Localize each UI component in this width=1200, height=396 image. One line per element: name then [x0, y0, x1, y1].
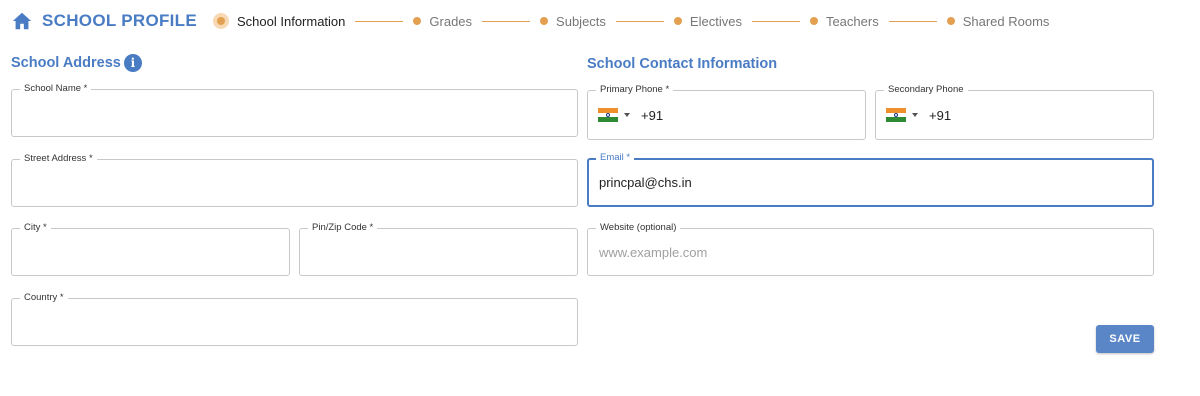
step-connector	[751, 20, 800, 22]
step-shared-rooms[interactable]: Shared Rooms	[946, 13, 1050, 29]
step-connector	[482, 20, 531, 22]
contact-info-title: School Contact Information	[587, 56, 778, 72]
step-subjects[interactable]: Subjects	[540, 14, 606, 29]
info-icon[interactable]: i	[123, 54, 142, 72]
street-address-field[interactable]: Street Address *	[11, 153, 578, 207]
step-grades[interactable]: Grades	[413, 14, 472, 29]
school-name-input[interactable]	[23, 90, 566, 136]
secondary-phone-inner: +91	[886, 91, 951, 139]
school-address-heading: School Address i	[11, 54, 142, 72]
step-indicator-active	[213, 13, 229, 29]
contact-info-heading: School Contact Information	[587, 56, 777, 72]
step-label: School Information	[237, 13, 346, 29]
save-button[interactable]: SAVE	[1096, 325, 1154, 353]
city-field[interactable]: City *	[11, 222, 290, 276]
step-label: Subjects	[556, 13, 606, 29]
email-input[interactable]: princpal@chs.in	[599, 160, 1141, 205]
step-indicator	[413, 17, 422, 25]
home-icon[interactable]	[11, 10, 33, 32]
website-input[interactable]: www.example.com	[599, 229, 1142, 275]
country-input[interactable]	[23, 299, 566, 345]
school-address-title: School Address	[11, 55, 121, 71]
chevron-down-icon[interactable]	[912, 113, 918, 117]
secondary-phone-input[interactable]: +91	[929, 108, 951, 123]
step-indicator	[809, 17, 818, 25]
india-flag-icon[interactable]	[598, 108, 618, 123]
website-field[interactable]: Website (optional) www.example.com	[587, 222, 1154, 276]
step-label: Shared Rooms	[962, 13, 1050, 29]
step-school-information[interactable]: School Information	[213, 13, 345, 29]
email-field[interactable]: Email * princpal@chs.in	[587, 152, 1154, 207]
step-label: Grades	[429, 13, 473, 29]
step-teachers[interactable]: Teachers	[809, 13, 879, 29]
step-indicator	[946, 17, 955, 25]
step-electives[interactable]: Electives	[673, 13, 742, 29]
page-title: SCHOOL PROFILE	[42, 11, 198, 30]
city-input[interactable]	[23, 229, 278, 275]
pin-code-field[interactable]: Pin/Zip Code *	[299, 222, 578, 276]
secondary-phone-field[interactable]: Secondary Phone +91	[875, 84, 1154, 140]
progress-stepper: School Information Grades Subjects Elect…	[213, 10, 1049, 32]
pin-code-input[interactable]	[311, 229, 566, 275]
primary-phone-field[interactable]: Primary Phone * +91	[587, 84, 866, 140]
chevron-down-icon[interactable]	[624, 113, 630, 117]
primary-phone-input[interactable]: +91	[641, 108, 663, 123]
india-flag-icon[interactable]	[886, 108, 906, 123]
step-connector	[888, 20, 937, 22]
street-address-input[interactable]	[23, 160, 566, 206]
step-connector	[355, 20, 404, 22]
school-name-field[interactable]: School Name *	[11, 83, 578, 137]
step-indicator	[540, 17, 549, 25]
step-label: Electives	[689, 13, 742, 29]
country-field[interactable]: Country *	[11, 292, 578, 346]
step-connector	[615, 20, 664, 22]
app-header: SCHOOL PROFILE	[11, 8, 197, 34]
step-label: Teachers	[825, 13, 879, 29]
step-indicator	[673, 17, 682, 25]
primary-phone-inner: +91	[598, 91, 663, 139]
